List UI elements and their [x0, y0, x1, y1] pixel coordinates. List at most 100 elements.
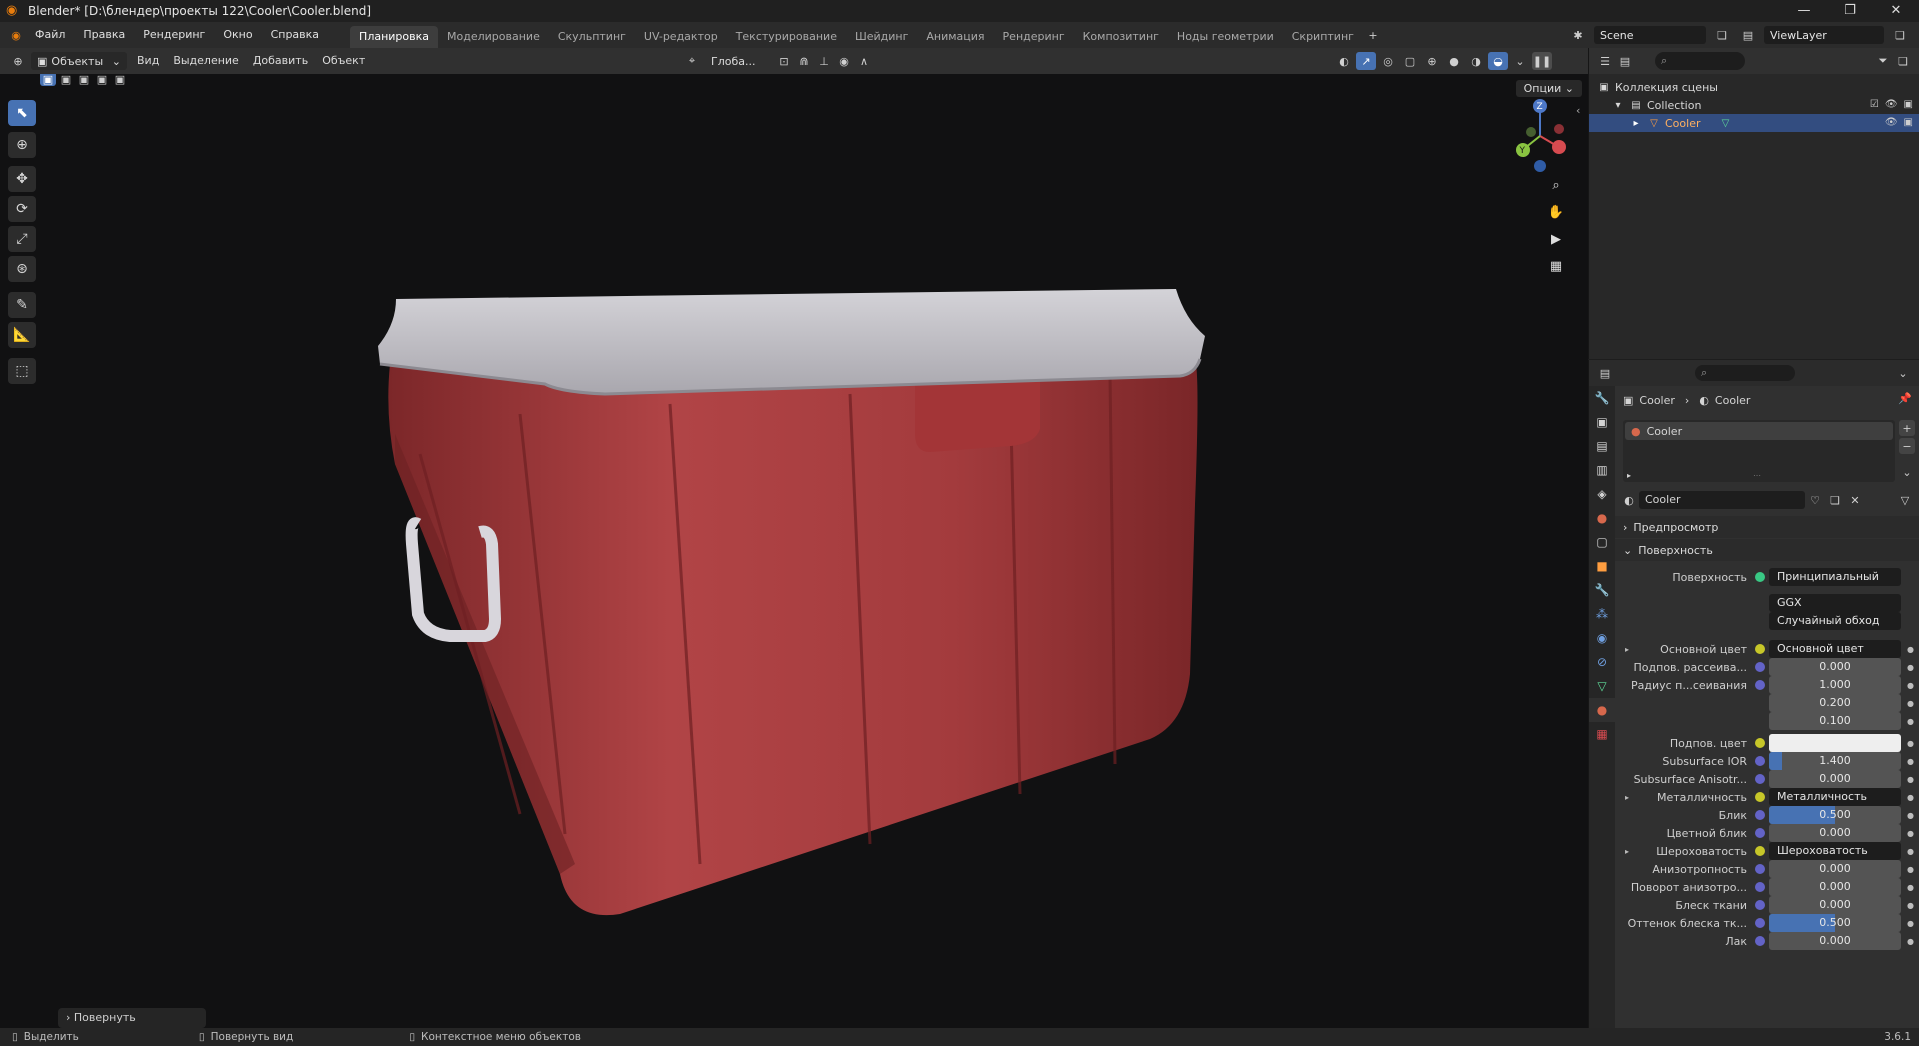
pin-icon[interactable]: 📌 [1898, 392, 1912, 405]
value-slider[interactable]: 0.000 [1769, 896, 1901, 914]
rotate-tool[interactable]: ⟳ [8, 196, 36, 222]
keyframe-dot-icon[interactable]: ● [1907, 739, 1914, 748]
shader-socket-icon[interactable] [1755, 572, 1765, 582]
socket-icon[interactable] [1755, 738, 1765, 748]
keyframe-dot-icon[interactable]: ● [1907, 865, 1914, 874]
keyframe-dot-icon[interactable]: ● [1907, 829, 1914, 838]
proportional-edit-icon[interactable]: ◉ [834, 52, 854, 70]
socket-icon[interactable] [1755, 792, 1765, 802]
filter-icon[interactable]: ⏷ [1873, 52, 1893, 70]
expand-icon[interactable]: ▸ [1629, 116, 1643, 130]
camera-icon[interactable]: ▣ [1904, 114, 1913, 132]
keyframe-dot-icon[interactable]: ● [1907, 883, 1914, 892]
menu-add[interactable]: Добавить [246, 48, 315, 74]
rendered-shading-icon[interactable]: ◒ [1488, 52, 1508, 70]
linked-input-field[interactable]: Основной цвет [1769, 640, 1901, 658]
xray-toggle-icon[interactable]: ▢ [1400, 52, 1420, 70]
measure-tool[interactable]: 📐 [8, 322, 36, 348]
pivot-icon[interactable]: ⊡ [774, 52, 794, 70]
keyframe-dot-icon[interactable]: ● [1907, 663, 1914, 672]
subsurface-method-select[interactable]: Случайный обход [1769, 612, 1901, 630]
orientation-dropdown[interactable]: Глоба... [705, 52, 771, 70]
material-slot-list[interactable]: ● Cooler ▸ ⋯ [1623, 420, 1895, 482]
outliner-row-collection[interactable]: ▾ ▤ Collection ☑ 👁 ▣ [1589, 96, 1919, 114]
eye-icon[interactable]: 👁 [1885, 114, 1898, 132]
menu-select[interactable]: Выделение [166, 48, 246, 74]
preview-panel-header[interactable]: › Предпросмотр [1615, 516, 1919, 538]
menu-window[interactable]: Окно [214, 22, 261, 48]
keyframe-dot-icon[interactable]: ● [1907, 699, 1914, 708]
solid-shading-icon[interactable]: ● [1444, 52, 1464, 70]
value-slider[interactable]: 0.000 [1769, 824, 1901, 842]
surface-panel-header[interactable]: ⌄ Поверхность [1615, 539, 1919, 561]
expand-icon[interactable]: ▸ [1625, 645, 1629, 654]
socket-icon[interactable] [1755, 846, 1765, 856]
outliner-row-cooler[interactable]: ▸ ▽ Cooler ▽ 👁 ▣ [1589, 114, 1919, 132]
tab-layout[interactable]: Планировка [350, 26, 439, 48]
add-slot-icon[interactable]: + [1899, 420, 1915, 436]
expand-icon[interactable]: ▸ [1627, 471, 1631, 480]
select-intersect-icon[interactable]: ▣ [112, 74, 128, 86]
last-operator-panel[interactable]: › Повернуть [58, 1008, 206, 1028]
keyframe-dot-icon[interactable]: ● [1907, 811, 1914, 820]
view-layer-tab-icon[interactable]: ▥ [1589, 458, 1615, 482]
menu-help[interactable]: Справка [262, 22, 328, 48]
tab-compositing[interactable]: Композитинг [1074, 26, 1168, 48]
properties-search-input[interactable]: ⌕ [1695, 365, 1795, 381]
material-tab-icon[interactable]: ● [1589, 698, 1615, 722]
value-slider[interactable]: 1.400 [1769, 752, 1901, 770]
select-extend-icon[interactable]: ▣ [58, 74, 74, 86]
render-tab-icon[interactable]: ▣ [1589, 410, 1615, 434]
new-viewlayer-icon[interactable]: ❏ [1890, 26, 1910, 44]
cursor-tool[interactable]: ⊕ [8, 132, 36, 158]
select-subtract-icon[interactable]: ▣ [76, 74, 92, 86]
output-tab-icon[interactable]: ▤ [1589, 434, 1615, 458]
socket-icon[interactable] [1755, 864, 1765, 874]
select-new-icon[interactable]: ▣ [40, 74, 56, 86]
keyframe-dot-icon[interactable]: ● [1907, 793, 1914, 802]
viewlayer-icon[interactable]: ▤ [1738, 26, 1758, 44]
expand-icon[interactable]: ▸ [1625, 793, 1629, 802]
tab-sculpting[interactable]: Скульптинг [549, 26, 635, 48]
value-slider[interactable]: 0.500 [1769, 806, 1901, 824]
socket-icon[interactable] [1755, 662, 1765, 672]
physics-tab-icon[interactable]: ◉ [1589, 626, 1615, 650]
blender-menu-icon[interactable]: ◉ [6, 26, 26, 44]
expand-icon[interactable]: ▾ [1611, 98, 1625, 112]
linked-input-field[interactable]: Шероховатость [1769, 842, 1901, 860]
particles-tab-icon[interactable]: ⁂ [1589, 602, 1615, 626]
menu-render[interactable]: Рендеринг [134, 22, 214, 48]
value-slider[interactable]: 0.000 [1769, 860, 1901, 878]
scene-icon[interactable]: ✱ [1568, 26, 1588, 44]
snap-icon[interactable]: ⋒ [794, 52, 814, 70]
value-slider[interactable]: 0.100 [1769, 712, 1901, 730]
object-tab-icon[interactable]: ■ [1589, 554, 1615, 578]
keyframe-dot-icon[interactable]: ● [1907, 717, 1914, 726]
value-slider[interactable]: 0.000 [1769, 878, 1901, 896]
tab-uv-editing[interactable]: UV-редактор [635, 26, 727, 48]
chevron-down-icon[interactable]: ⌄ [1893, 364, 1913, 382]
unlink-material-icon[interactable]: ✕ [1845, 491, 1865, 509]
menu-edit[interactable]: Правка [74, 22, 134, 48]
falloff-icon[interactable]: ∧ [854, 52, 874, 70]
keyframe-dot-icon[interactable]: ● [1907, 937, 1914, 946]
transform-tool[interactable]: ⊛ [8, 256, 36, 282]
socket-icon[interactable] [1755, 756, 1765, 766]
link-mode-icon[interactable]: ▽ [1895, 491, 1915, 509]
data-tab-icon[interactable]: ▽ [1589, 674, 1615, 698]
add-cube-tool[interactable]: ⬚ [8, 358, 36, 384]
scale-tool[interactable]: ⤢ [8, 226, 36, 252]
tab-rendering[interactable]: Рендеринг [994, 26, 1074, 48]
add-workspace-icon[interactable]: + [1363, 26, 1383, 44]
material-name-field[interactable]: Cooler [1639, 491, 1805, 509]
collection-tab-icon[interactable]: ▢ [1589, 530, 1615, 554]
navigation-gizmo[interactable]: Z Y [1505, 96, 1575, 176]
mode-dropdown[interactable]: ▣ Объекты ⌄ [31, 52, 127, 70]
socket-icon[interactable] [1755, 936, 1765, 946]
transform-orientation-icon[interactable]: ⌖ [682, 52, 702, 70]
keyframe-dot-icon[interactable]: ● [1907, 847, 1914, 856]
modifier-tab-icon[interactable]: 🔧 [1589, 578, 1615, 602]
fake-user-icon[interactable]: ♡ [1805, 491, 1825, 509]
world-tab-icon[interactable]: ● [1589, 506, 1615, 530]
keyframe-dot-icon[interactable]: ● [1907, 757, 1914, 766]
